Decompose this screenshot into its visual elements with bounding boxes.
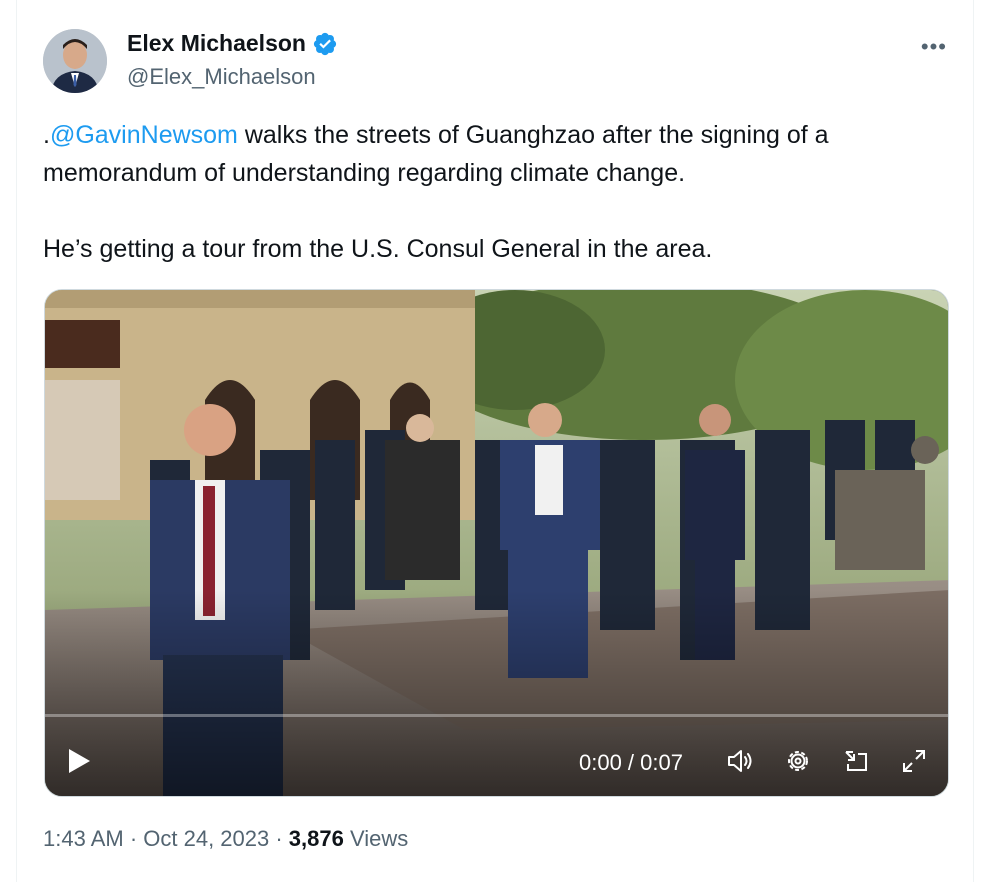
video-controls: 0:00 / 0:07 — [45, 726, 948, 796]
video-progress-bar[interactable] — [45, 714, 948, 717]
views-label: Views — [343, 826, 409, 851]
author-name-row: Elex Michaelson — [127, 30, 338, 57]
video-player[interactable]: 0:00 / 0:07 — [44, 289, 949, 797]
tweet-text: .@GavinNewsom walks the streets of Guang… — [43, 116, 943, 268]
tweet-prefix: . — [43, 121, 50, 149]
tweet-timestamp[interactable]: 1:43 AM · Oct 24, 2023 · — [43, 826, 289, 851]
mention-link[interactable]: @GavinNewsom — [50, 121, 238, 149]
more-options-icon[interactable]: ••• — [921, 34, 947, 60]
author-display-name[interactable]: Elex Michaelson — [127, 30, 306, 57]
author-handle[interactable]: @Elex_Michaelson — [127, 64, 316, 90]
settings-icon[interactable] — [783, 746, 813, 776]
video-frame — [45, 290, 948, 796]
views-count: 3,876 — [288, 826, 344, 851]
verified-badge-icon — [312, 31, 338, 57]
tweet-paragraph-2: He’s getting a tour from the U.S. Consul… — [43, 235, 713, 263]
volume-icon[interactable] — [725, 746, 755, 776]
video-time: 0:00 / 0:07 — [579, 750, 683, 775]
tweet-card: Elex Michaelson @Elex_Michaelson ••• .@G… — [16, 0, 974, 882]
fullscreen-icon[interactable] — [899, 746, 929, 776]
tweet-meta: 1:43 AM · Oct 24, 2023 · 3,876 Views — [43, 826, 408, 852]
pip-icon[interactable] — [841, 746, 871, 776]
tweet-paragraph-1: .@GavinNewsom walks the streets of Guang… — [43, 116, 943, 192]
avatar[interactable] — [43, 29, 107, 93]
play-icon[interactable] — [63, 746, 93, 776]
